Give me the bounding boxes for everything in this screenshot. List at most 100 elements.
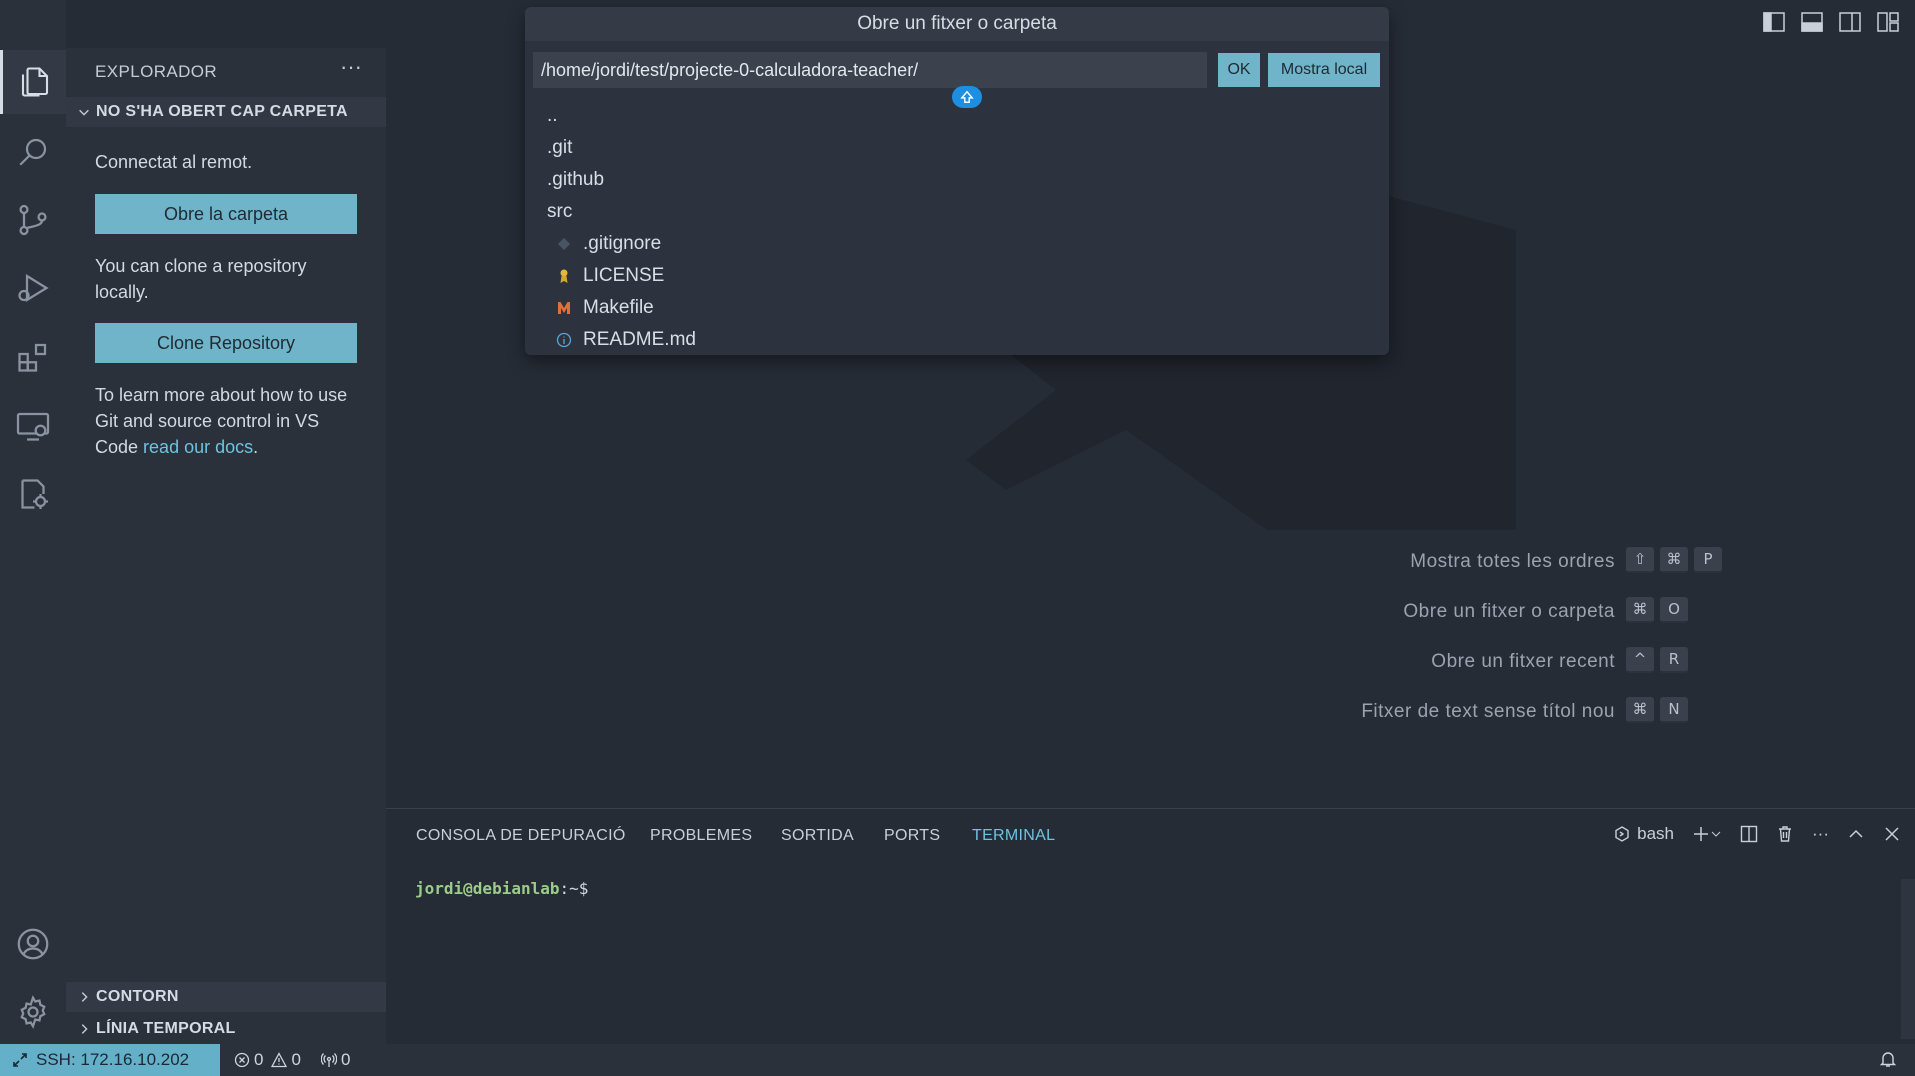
ok-button[interactable]: OK <box>1218 53 1260 87</box>
outline-section-header[interactable]: CONTORN <box>66 982 386 1012</box>
error-count: 0 <box>254 1050 264 1069</box>
file-name: README.md <box>583 329 696 350</box>
shortcut-open-recent: Obre un fitxer recent ^ R <box>386 647 1915 677</box>
error-icon <box>234 1052 250 1068</box>
terminal-path: :~$ <box>559 879 589 898</box>
plus-icon <box>1694 827 1709 841</box>
shift-indicator-icon <box>952 86 982 108</box>
tab-terminal[interactable]: TERMINAL <box>972 827 1055 845</box>
file-name: LICENSE <box>583 265 665 286</box>
trash-icon <box>1779 826 1792 842</box>
settings-gear-icon[interactable] <box>0 980 66 1044</box>
customize-layout-icon[interactable] <box>1873 8 1903 36</box>
key: ⌘ <box>1626 597 1654 623</box>
shortcut-label: Mostra totes les ordres <box>1410 551 1615 572</box>
no-folder-section-header[interactable]: NO S'HA OBERT CAP CARPETA <box>66 97 386 127</box>
tab-debug-console[interactable]: CONSOLA DE DEPURACIÓ <box>416 827 626 845</box>
timeline-section-header[interactable]: LÍNIA TEMPORAL <box>66 1014 386 1044</box>
learn-more-text: To learn more about how to use Git and s… <box>95 382 365 460</box>
remote-label: SSH: 172.16.10.202 <box>36 1050 190 1069</box>
search-icon[interactable] <box>0 120 66 184</box>
remote-settings-icon[interactable] <box>0 462 66 526</box>
terminal-prompt[interactable]: jordi@debianlab:~$ <box>415 879 588 898</box>
close-icon <box>1885 827 1899 841</box>
remote-icon <box>13 1053 27 1067</box>
terminal-bash-icon <box>1615 826 1629 842</box>
new-terminal-button[interactable] <box>1692 822 1722 846</box>
remote-indicator[interactable]: SSH: 172.16.10.202 <box>0 1044 220 1076</box>
layout-controls <box>1759 8 1915 36</box>
clone-repository-button[interactable]: Clone Repository <box>95 323 357 363</box>
chevron-right-icon <box>72 990 96 1004</box>
chevron-down-icon <box>1711 831 1721 837</box>
tab-problems[interactable]: PROBLEMES <box>650 827 752 845</box>
toggle-primary-sidebar-icon[interactable] <box>1759 8 1789 36</box>
file-list-item[interactable]: README.md <box>551 324 696 356</box>
shortcut-keys: ⌘ O <box>1626 597 1688 623</box>
activity-bar <box>0 0 66 1044</box>
key: N <box>1660 697 1688 723</box>
file-list-item[interactable]: Makefile <box>551 292 654 324</box>
no-folder-section-label: NO S'HA OBERT CAP CARPETA <box>96 103 348 120</box>
key: O <box>1660 597 1688 623</box>
tab-ports[interactable]: PORTS <box>884 827 940 845</box>
file-name: Makefile <box>583 297 654 318</box>
git-diamond-icon <box>551 236 577 252</box>
quick-pick-title: Obre un fitxer o carpeta <box>525 7 1389 41</box>
terminal-shell-selector[interactable]: bash <box>1613 822 1674 846</box>
shortcut-keys: ⌘ N <box>1626 697 1688 723</box>
notifications-bell-icon[interactable] <box>1879 1050 1897 1073</box>
key: ^ <box>1626 647 1654 673</box>
connected-text: Connectat al remot. <box>95 152 253 172</box>
path-input[interactable] <box>533 52 1207 88</box>
warning-count: 0 <box>291 1050 301 1069</box>
explorer-icon[interactable] <box>0 50 66 114</box>
status-bar: SSH: 172.16.10.202 0 0 0 <box>0 1044 1915 1076</box>
show-local-button[interactable]: Mostra local <box>1268 53 1380 87</box>
problems-indicator[interactable]: 0 0 <box>234 1050 301 1070</box>
more-actions-icon[interactable]: ··· <box>1812 822 1829 846</box>
ports-count: 0 <box>340 1050 351 1069</box>
kill-terminal-button[interactable] <box>1776 822 1794 846</box>
file-list-item[interactable]: .gitignore <box>551 228 661 260</box>
toggle-panel-icon[interactable] <box>1797 8 1827 36</box>
shell-name: bash <box>1637 824 1675 843</box>
file-name: .gitignore <box>583 233 662 254</box>
file-name: .git <box>547 137 573 158</box>
split-terminal-button[interactable] <box>1740 822 1758 846</box>
key: ⌘ <box>1626 697 1654 723</box>
terminal-scrollbar[interactable] <box>1901 879 1915 1039</box>
toggle-secondary-sidebar-icon[interactable] <box>1835 8 1865 36</box>
maximize-panel-button[interactable] <box>1847 822 1865 846</box>
shortcut-new-file: Fitxer de text sense títol nou ⌘ N <box>386 697 1915 727</box>
run-debug-icon[interactable] <box>0 256 66 320</box>
source-control-icon[interactable] <box>0 188 66 252</box>
more-actions-icon[interactable]: ··· <box>340 54 362 80</box>
ports-indicator[interactable]: 0 <box>320 1050 351 1070</box>
makefile-m-icon <box>551 300 577 316</box>
read-docs-link[interactable]: read our docs <box>143 437 253 457</box>
file-list-item[interactable]: src <box>547 196 572 228</box>
warning-icon <box>271 1052 288 1068</box>
shortcut-label: Fitxer de text sense títol nou <box>1361 701 1615 722</box>
file-list-item[interactable]: LICENSE <box>551 260 664 292</box>
clone-text: You can clone a repository locally. <box>95 256 307 302</box>
file-list-item[interactable]: .github <box>547 164 604 196</box>
tab-output[interactable]: SORTIDA <box>781 827 854 845</box>
terminal-user-host: jordi@debianlab <box>415 879 560 898</box>
file-name: src <box>547 201 573 222</box>
shortcut-label: Obre un fitxer recent <box>1431 651 1615 672</box>
accounts-icon[interactable] <box>0 912 66 976</box>
file-list-item[interactable]: .. <box>547 100 558 132</box>
remote-explorer-icon[interactable] <box>0 394 66 458</box>
key: R <box>1660 647 1688 673</box>
close-panel-button[interactable] <box>1883 822 1901 846</box>
shortcut-keys: ⇧ ⌘ P <box>1626 547 1722 573</box>
file-list-item[interactable]: .git <box>547 132 572 164</box>
timeline-section-label: LÍNIA TEMPORAL <box>96 1020 236 1037</box>
file-name: .. <box>547 105 558 126</box>
extensions-icon[interactable] <box>0 325 66 389</box>
open-folder-button[interactable]: Obre la carpeta <box>95 194 357 234</box>
panel-actions: bash ··· <box>1613 822 1901 846</box>
learn-more-suffix: . <box>253 437 259 457</box>
